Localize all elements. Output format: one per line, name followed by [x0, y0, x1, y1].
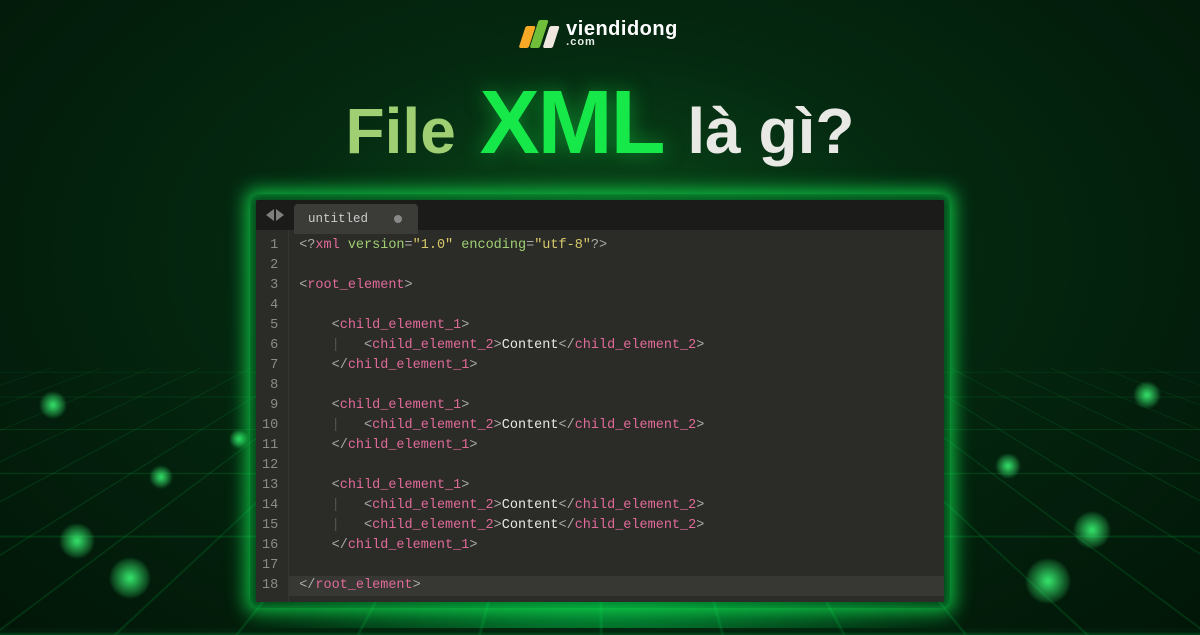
page-title: File XML là gì?: [0, 72, 1200, 175]
code-area: 123456789101112131415161718 <?xml versio…: [256, 230, 944, 602]
logo-icon: [522, 20, 556, 48]
line-number: 11: [262, 436, 278, 456]
code-line: [299, 456, 934, 476]
code-line: </root_element>: [289, 576, 944, 596]
unsaved-dot-icon: [394, 215, 402, 223]
chevron-right-icon[interactable]: [276, 209, 284, 221]
editor-glow-frame: untitled 123456789101112131415161718 <?x…: [250, 194, 950, 608]
code-line: </child_element_1>: [299, 536, 934, 556]
line-gutter: 123456789101112131415161718: [256, 230, 289, 602]
line-number: 13: [262, 476, 278, 496]
tab-nav-arrows[interactable]: [266, 209, 284, 221]
brand-domain: .com: [566, 38, 678, 48]
line-number: 12: [262, 456, 278, 476]
code-line: <child_element_1>: [299, 476, 934, 496]
code-line: | <child_element_2>Content</child_elemen…: [299, 516, 934, 536]
code-line: </child_element_1>: [299, 356, 934, 376]
line-number: 2: [262, 256, 278, 276]
code-line: [299, 556, 934, 576]
headline-part1: File: [346, 95, 474, 167]
code-line: | <child_element_2>Content</child_elemen…: [299, 416, 934, 436]
line-number: 1: [262, 236, 278, 256]
brand-logo: viendidong .com: [522, 20, 678, 48]
headline-part3: là gì?: [670, 95, 855, 167]
line-number: 6: [262, 336, 278, 356]
code-line: [299, 376, 934, 396]
line-number: 7: [262, 356, 278, 376]
line-number: 14: [262, 496, 278, 516]
logo-text: viendidong .com: [566, 20, 678, 48]
code-lines[interactable]: <?xml version="1.0" encoding="utf-8"?> <r…: [289, 230, 944, 602]
headline-part2: XML: [480, 73, 664, 173]
code-line: <child_element_1>: [299, 316, 934, 336]
code-line: | <child_element_2>Content</child_elemen…: [299, 336, 934, 356]
code-line: [299, 296, 934, 316]
code-line: | <child_element_2>Content</child_elemen…: [299, 496, 934, 516]
line-number: 9: [262, 396, 278, 416]
editor-tab[interactable]: untitled: [294, 204, 418, 234]
editor-tabbar: untitled: [256, 200, 944, 230]
code-line: <root_element>: [299, 276, 934, 296]
tab-title: untitled: [308, 209, 368, 229]
line-number: 4: [262, 296, 278, 316]
code-line: </child_element_1>: [299, 436, 934, 456]
code-editor: untitled 123456789101112131415161718 <?x…: [256, 200, 944, 602]
line-number: 15: [262, 516, 278, 536]
line-number: 16: [262, 536, 278, 556]
line-number: 10: [262, 416, 278, 436]
line-number: 8: [262, 376, 278, 396]
line-number: 3: [262, 276, 278, 296]
code-line: [299, 256, 934, 276]
code-line: <child_element_1>: [299, 396, 934, 416]
code-line: <?xml version="1.0" encoding="utf-8"?>: [299, 236, 934, 256]
chevron-left-icon[interactable]: [266, 209, 274, 221]
line-number: 17: [262, 556, 278, 576]
line-number: 5: [262, 316, 278, 336]
line-number: 18: [262, 576, 278, 596]
